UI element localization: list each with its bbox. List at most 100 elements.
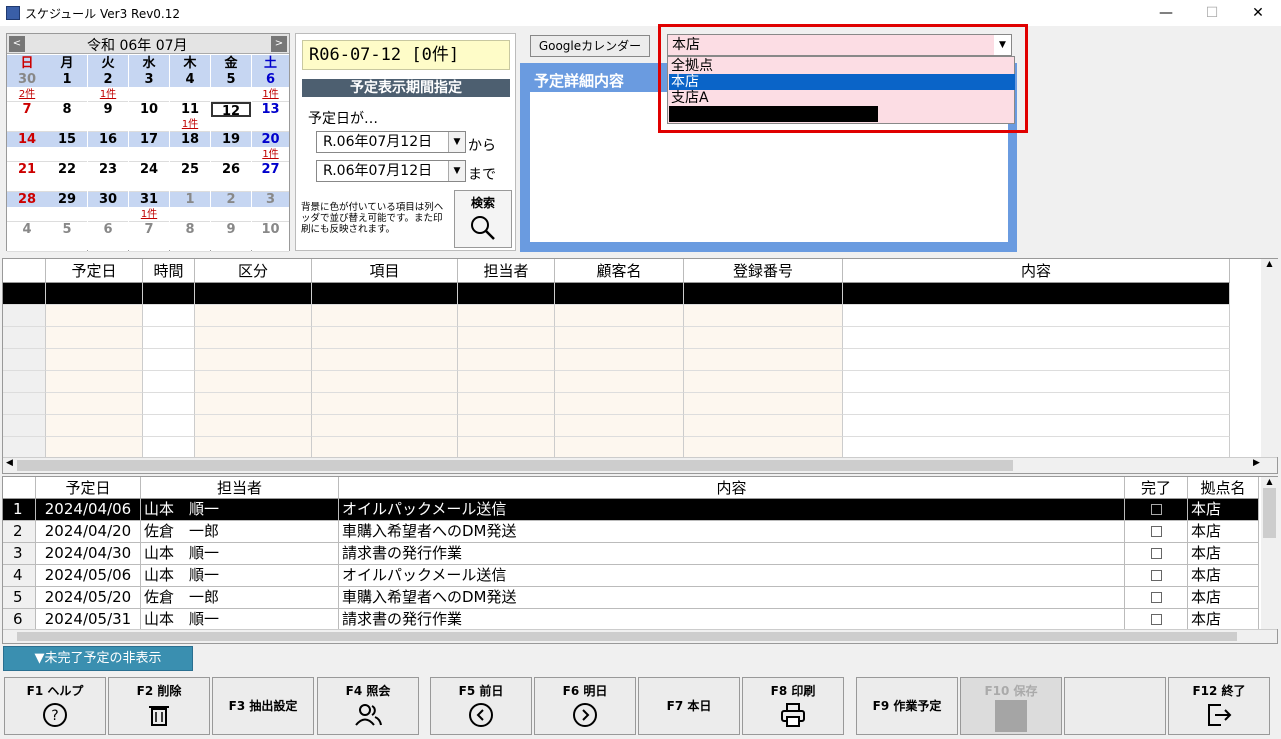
- column-header[interactable]: 顧客名: [555, 259, 684, 283]
- calendar-day[interactable]: 5: [47, 222, 87, 237]
- calendar-day[interactable]: 7: [7, 102, 47, 117]
- calendar-day[interactable]: 9: [88, 102, 128, 117]
- grid-cell[interactable]: [684, 437, 843, 459]
- minimize-button[interactable]: —: [1143, 0, 1189, 26]
- calendar-day[interactable]: 25: [170, 162, 210, 177]
- calendar-day-count[interactable]: [211, 237, 251, 252]
- grid-cell[interactable]: [458, 371, 555, 393]
- horizontal-scrollbar[interactable]: [3, 629, 1277, 643]
- grid-cell[interactable]: [458, 437, 555, 459]
- grid-cell[interactable]: [555, 283, 684, 305]
- task-person[interactable]: 山本 順一: [141, 609, 339, 631]
- calendar-day-count[interactable]: [47, 207, 87, 222]
- row-number[interactable]: 2: [3, 521, 36, 543]
- column-header[interactable]: 内容: [339, 477, 1125, 499]
- row-number[interactable]: 6: [3, 609, 36, 631]
- task-store[interactable]: 本店: [1188, 587, 1259, 609]
- calendar-day[interactable]: 3: [129, 72, 169, 87]
- calendar-day[interactable]: 19: [211, 132, 251, 147]
- fkey-9-button[interactable]: F9 作業予定: [856, 677, 958, 735]
- fkey-5-button[interactable]: F5 前日: [430, 677, 532, 735]
- task-date[interactable]: 2024/04/06: [36, 499, 141, 521]
- checkbox[interactable]: [1150, 570, 1162, 581]
- grid-cell[interactable]: [843, 349, 1230, 371]
- fkey-6-button[interactable]: F6 明日: [534, 677, 636, 735]
- grid-cell[interactable]: [555, 437, 684, 459]
- task-date[interactable]: 2024/04/30: [36, 543, 141, 565]
- checkbox[interactable]: [1150, 504, 1162, 515]
- calendar-day[interactable]: 11: [170, 102, 210, 117]
- grid-cell[interactable]: [195, 283, 312, 305]
- task-content[interactable]: オイルパックメール送信: [339, 565, 1125, 587]
- calendar-day-count[interactable]: [47, 147, 87, 162]
- calendar-day[interactable]: 10: [252, 222, 289, 237]
- horizontal-scrollbar[interactable]: ◀ ▶: [3, 457, 1277, 473]
- calendar-day[interactable]: 23: [88, 162, 128, 177]
- calendar-day[interactable]: 22: [47, 162, 87, 177]
- calendar-day[interactable]: 31: [129, 192, 169, 207]
- calendar-day-count[interactable]: [88, 147, 128, 162]
- column-header[interactable]: 担当者: [458, 259, 555, 283]
- grid-cell[interactable]: [143, 305, 195, 327]
- grid-cell[interactable]: [458, 393, 555, 415]
- grid-cell[interactable]: [843, 327, 1230, 349]
- grid-cell[interactable]: [312, 371, 458, 393]
- calendar-day-count[interactable]: 1件: [252, 147, 289, 162]
- calendar-day-count[interactable]: [7, 117, 47, 132]
- calendar-day[interactable]: 13: [252, 102, 289, 117]
- task-content[interactable]: 車購入希望者へのDM発送: [339, 587, 1125, 609]
- calendar-day[interactable]: 6: [252, 72, 289, 87]
- google-calendar-button[interactable]: Googleカレンダー: [530, 35, 650, 57]
- calendar-day[interactable]: 6: [88, 222, 128, 237]
- task-date[interactable]: 2024/05/31: [36, 609, 141, 631]
- grid-cell[interactable]: [46, 437, 143, 459]
- calendar-day[interactable]: 16: [88, 132, 128, 147]
- row-header[interactable]: [3, 371, 46, 393]
- calendar-day-count[interactable]: [88, 117, 128, 132]
- row-header[interactable]: [3, 415, 46, 437]
- grid-cell[interactable]: [195, 437, 312, 459]
- task-date[interactable]: 2024/04/20: [36, 521, 141, 543]
- grid-cell[interactable]: [555, 349, 684, 371]
- task-person[interactable]: 山本 順一: [141, 565, 339, 587]
- calendar-day[interactable]: 21: [7, 162, 47, 177]
- row-header[interactable]: [3, 327, 46, 349]
- grid-cell[interactable]: [312, 437, 458, 459]
- fkey-7-button[interactable]: F7 本日: [638, 677, 740, 735]
- task-store[interactable]: 本店: [1188, 609, 1259, 631]
- grid-cell[interactable]: [46, 415, 143, 437]
- calendar-day[interactable]: 4: [7, 222, 47, 237]
- fkey-8-button[interactable]: F8 印刷: [742, 677, 844, 735]
- chevron-down-icon[interactable]: ▼: [448, 161, 465, 181]
- fkey-2-button[interactable]: F2 削除: [108, 677, 210, 735]
- grid-cell[interactable]: [843, 305, 1230, 327]
- grid-cell[interactable]: [143, 437, 195, 459]
- grid-cell[interactable]: [195, 415, 312, 437]
- grid-cell[interactable]: [46, 305, 143, 327]
- chevron-down-icon[interactable]: ▼: [448, 132, 465, 152]
- checkbox[interactable]: [1150, 614, 1162, 625]
- row-number[interactable]: 3: [3, 543, 36, 565]
- grid-cell[interactable]: [312, 415, 458, 437]
- grid-cell[interactable]: [843, 283, 1230, 305]
- calendar-day[interactable]: 17: [129, 132, 169, 147]
- fkey-4-button[interactable]: F4 照会: [317, 677, 419, 735]
- scroll-up-icon[interactable]: ▲: [1261, 259, 1278, 268]
- task-store[interactable]: 本店: [1188, 499, 1259, 521]
- close-button[interactable]: ✕: [1235, 0, 1281, 26]
- hide-incomplete-button[interactable]: ▼未完了予定の非表示: [3, 646, 193, 671]
- grid-cell[interactable]: [458, 415, 555, 437]
- row-header[interactable]: [3, 393, 46, 415]
- grid-cell[interactable]: [843, 371, 1230, 393]
- calendar-day-count[interactable]: [252, 177, 289, 192]
- calendar-day[interactable]: 8: [170, 222, 210, 237]
- grid-cell[interactable]: [46, 393, 143, 415]
- column-header[interactable]: 予定日: [36, 477, 141, 499]
- row-number[interactable]: 5: [3, 587, 36, 609]
- calendar-day[interactable]: 10: [129, 102, 169, 117]
- calendar-day-count[interactable]: 1件: [252, 87, 289, 102]
- calendar-day[interactable]: 26: [211, 162, 251, 177]
- done-checkbox[interactable]: [1125, 609, 1188, 631]
- calendar-day-count[interactable]: [88, 207, 128, 222]
- grid-cell[interactable]: [684, 415, 843, 437]
